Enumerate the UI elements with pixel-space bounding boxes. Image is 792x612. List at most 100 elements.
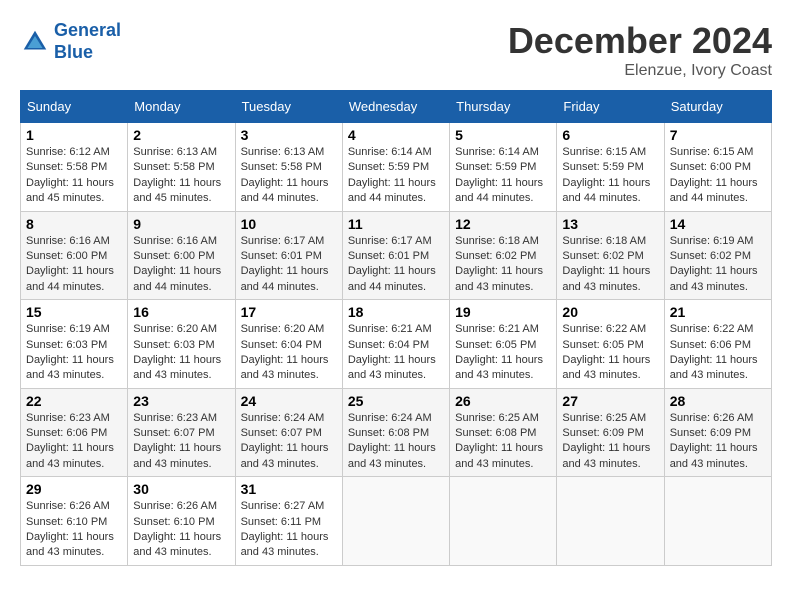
day-info: Sunrise: 6:24 AMSunset: 6:08 PMDaylight:… — [348, 411, 444, 473]
day-info: Sunrise: 6:26 AMSunset: 6:09 PMDaylight:… — [670, 411, 766, 473]
day-info: Sunrise: 6:19 AMSunset: 6:03 PMDaylight:… — [26, 322, 122, 384]
day-number: 10 — [241, 216, 337, 232]
day-number: 4 — [348, 127, 444, 143]
day-info: Sunrise: 6:22 AMSunset: 6:06 PMDaylight:… — [670, 322, 766, 384]
calendar-header-cell: Monday — [128, 91, 235, 123]
calendar-day-cell — [557, 477, 664, 566]
day-info: Sunrise: 6:21 AMSunset: 6:05 PMDaylight:… — [455, 322, 551, 384]
day-info: Sunrise: 6:23 AMSunset: 6:07 PMDaylight:… — [133, 411, 229, 473]
day-number: 7 — [670, 127, 766, 143]
day-number: 21 — [670, 304, 766, 320]
calendar-header-cell: Wednesday — [342, 91, 449, 123]
calendar-day-cell: 11Sunrise: 6:17 AMSunset: 6:01 PMDayligh… — [342, 211, 449, 300]
day-number: 8 — [26, 216, 122, 232]
calendar-header-cell: Tuesday — [235, 91, 342, 123]
month-title: December 2024 — [508, 20, 772, 62]
logo-text: General Blue — [54, 20, 121, 63]
calendar-day-cell: 25 Sunrise: 6:24 AMSunset: 6:08 PMDayligh… — [342, 388, 449, 477]
calendar-day-cell: 19 Sunrise: 6:21 AMSunset: 6:05 PMDayligh… — [450, 300, 557, 389]
logo-line1: General — [54, 20, 121, 40]
calendar-day-cell — [664, 477, 771, 566]
day-number: 9 — [133, 216, 229, 232]
calendar-day-cell: 9 Sunrise: 6:16 AMSunset: 6:00 PMDaylight… — [128, 211, 235, 300]
calendar-day-cell: 10 Sunrise: 6:17 AMSunset: 6:01 PMDayligh… — [235, 211, 342, 300]
day-number: 27 — [562, 393, 658, 409]
day-number: 28 — [670, 393, 766, 409]
day-number: 30 — [133, 481, 229, 497]
day-number: 15 — [26, 304, 122, 320]
day-number: 18 — [348, 304, 444, 320]
calendar-day-cell: 23 Sunrise: 6:23 AMSunset: 6:07 PMDayligh… — [128, 388, 235, 477]
calendar-day-cell: 28 Sunrise: 6:26 AMSunset: 6:09 PMDayligh… — [664, 388, 771, 477]
calendar-week-row: 8 Sunrise: 6:16 AMSunset: 6:00 PMDaylight… — [21, 211, 772, 300]
day-number: 5 — [455, 127, 551, 143]
calendar-day-cell: 12 Sunrise: 6:18 AMSunset: 6:02 PMDayligh… — [450, 211, 557, 300]
calendar-week-row: 15 Sunrise: 6:19 AMSunset: 6:03 PMDayligh… — [21, 300, 772, 389]
day-info: Sunrise: 6:17 AMSunset: 6:01 PMDaylight:… — [241, 234, 337, 296]
day-info: Sunrise: 6:18 AMSunset: 6:02 PMDaylight:… — [455, 234, 551, 296]
day-info: Sunrise: 6:20 AMSunset: 6:03 PMDaylight:… — [133, 322, 229, 384]
day-number: 14 — [670, 216, 766, 232]
calendar-header-cell: Saturday — [664, 91, 771, 123]
day-info: Sunrise: 6:16 AMSunset: 6:00 PMDaylight:… — [26, 234, 122, 296]
logo-line2: Blue — [54, 42, 93, 62]
location: Elenzue, Ivory Coast — [508, 62, 772, 80]
calendar-day-cell: 22Sunrise: 6:23 AMSunset: 6:06 PMDayligh… — [21, 388, 128, 477]
calendar-day-cell: 24Sunrise: 6:24 AMSunset: 6:07 PMDayligh… — [235, 388, 342, 477]
day-info: Sunrise: 6:19 AMSunset: 6:02 PMDaylight:… — [670, 234, 766, 296]
day-info: Sunrise: 6:16 AMSunset: 6:00 PMDaylight:… — [133, 234, 229, 296]
calendar-week-row: 22Sunrise: 6:23 AMSunset: 6:06 PMDayligh… — [21, 388, 772, 477]
calendar-header-cell: Friday — [557, 91, 664, 123]
calendar-body: 1 Sunrise: 6:12 AMSunset: 5:58 PMDaylight… — [21, 123, 772, 566]
calendar-day-cell: 30 Sunrise: 6:26 AMSunset: 6:10 PMDayligh… — [128, 477, 235, 566]
calendar-day-cell: 1 Sunrise: 6:12 AMSunset: 5:58 PMDaylight… — [21, 123, 128, 212]
day-info: Sunrise: 6:26 AMSunset: 6:10 PMDaylight:… — [133, 499, 229, 561]
day-number: 20 — [562, 304, 658, 320]
day-info: Sunrise: 6:27 AMSunset: 6:11 PMDaylight:… — [241, 499, 337, 561]
calendar-day-cell: 20 Sunrise: 6:22 AMSunset: 6:05 PMDayligh… — [557, 300, 664, 389]
calendar-day-cell: 17Sunrise: 6:20 AMSunset: 6:04 PMDayligh… — [235, 300, 342, 389]
day-number: 19 — [455, 304, 551, 320]
calendar-day-cell: 26Sunrise: 6:25 AMSunset: 6:08 PMDayligh… — [450, 388, 557, 477]
calendar-week-row: 1 Sunrise: 6:12 AMSunset: 5:58 PMDaylight… — [21, 123, 772, 212]
day-info: Sunrise: 6:26 AMSunset: 6:10 PMDaylight:… — [26, 499, 122, 561]
day-number: 22 — [26, 393, 122, 409]
day-info: Sunrise: 6:21 AMSunset: 6:04 PMDaylight:… — [348, 322, 444, 384]
day-number: 1 — [26, 127, 122, 143]
calendar-day-cell: 2Sunrise: 6:13 AMSunset: 5:58 PMDaylight… — [128, 123, 235, 212]
calendar-header-cell: Sunday — [21, 91, 128, 123]
day-number: 25 — [348, 393, 444, 409]
calendar-table: SundayMondayTuesdayWednesdayThursdayFrid… — [20, 90, 772, 566]
title-area: December 2024 Elenzue, Ivory Coast — [508, 20, 772, 80]
calendar-header-row: SundayMondayTuesdayWednesdayThursdayFrid… — [21, 91, 772, 123]
day-info: Sunrise: 6:18 AMSunset: 6:02 PMDaylight:… — [562, 234, 658, 296]
page-header: General Blue December 2024 Elenzue, Ivor… — [20, 20, 772, 80]
day-info: Sunrise: 6:12 AMSunset: 5:58 PMDaylight:… — [26, 145, 122, 207]
day-number: 29 — [26, 481, 122, 497]
calendar-day-cell: 14 Sunrise: 6:19 AMSunset: 6:02 PMDayligh… — [664, 211, 771, 300]
day-info: Sunrise: 6:25 AMSunset: 6:09 PMDaylight:… — [562, 411, 658, 473]
calendar-day-cell — [342, 477, 449, 566]
day-info: Sunrise: 6:17 AMSunset: 6:01 PMDaylight:… — [348, 234, 444, 296]
day-info: Sunrise: 6:13 AMSunset: 5:58 PMDaylight:… — [133, 145, 229, 207]
calendar-day-cell: 4Sunrise: 6:14 AMSunset: 5:59 PMDaylight… — [342, 123, 449, 212]
day-number: 23 — [133, 393, 229, 409]
day-info: Sunrise: 6:22 AMSunset: 6:05 PMDaylight:… — [562, 322, 658, 384]
day-number: 6 — [562, 127, 658, 143]
day-info: Sunrise: 6:25 AMSunset: 6:08 PMDaylight:… — [455, 411, 551, 473]
calendar-day-cell: 5 Sunrise: 6:14 AMSunset: 5:59 PMDaylight… — [450, 123, 557, 212]
calendar-day-cell: 7Sunrise: 6:15 AMSunset: 6:00 PMDaylight… — [664, 123, 771, 212]
calendar-day-cell — [450, 477, 557, 566]
day-number: 3 — [241, 127, 337, 143]
day-info: Sunrise: 6:15 AMSunset: 5:59 PMDaylight:… — [562, 145, 658, 207]
day-info: Sunrise: 6:14 AMSunset: 5:59 PMDaylight:… — [455, 145, 551, 207]
calendar-day-cell: 13Sunrise: 6:18 AMSunset: 6:02 PMDayligh… — [557, 211, 664, 300]
calendar-day-cell: 27 Sunrise: 6:25 AMSunset: 6:09 PMDayligh… — [557, 388, 664, 477]
day-number: 24 — [241, 393, 337, 409]
day-info: Sunrise: 6:13 AMSunset: 5:58 PMDaylight:… — [241, 145, 337, 207]
day-number: 17 — [241, 304, 337, 320]
logo-icon — [20, 27, 50, 57]
calendar-day-cell: 21 Sunrise: 6:22 AMSunset: 6:06 PMDayligh… — [664, 300, 771, 389]
calendar-day-cell: 18 Sunrise: 6:21 AMSunset: 6:04 PMDayligh… — [342, 300, 449, 389]
day-number: 12 — [455, 216, 551, 232]
